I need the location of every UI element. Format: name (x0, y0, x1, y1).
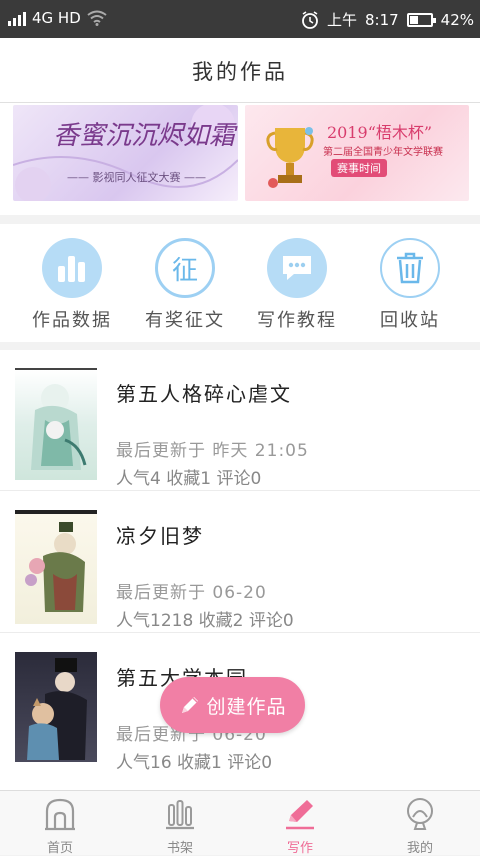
bar-chart-icon (42, 238, 102, 298)
create-work-label: 创建作品 (206, 695, 287, 718)
contest-icon: 征 (155, 238, 215, 298)
page-header: 我的作品 (0, 38, 480, 103)
tab-label: 书架 (166, 841, 193, 856)
page-title: 我的作品 (192, 60, 288, 84)
pencil-icon (182, 697, 199, 713)
tool-label: 写作教程 (257, 310, 337, 331)
banner-subtitle: —— 影视同人征文大赛 —— (67, 171, 206, 184)
trophy-icon (266, 127, 314, 188)
create-work-button[interactable]: 创建作品 (160, 677, 305, 733)
work-title: 凉夕旧梦 (116, 524, 204, 548)
bookshelf-icon (166, 800, 194, 830)
time-prefix: 上午 (326, 11, 357, 29)
tool-contest[interactable]: 征 有奖征文 (135, 238, 235, 332)
banner-carousel: 香蜜沉沉烬如霜 —— 影视同人征文大赛 —— 2019“梧木杯” 第二届全国青少… (0, 103, 480, 215)
tab-label: 我的 (406, 841, 433, 856)
work-stats: 人气4 收藏1 评论0 (116, 469, 262, 489)
profile-icon (407, 798, 433, 830)
tab-profile[interactable]: 我的 (360, 797, 480, 856)
battery-percent: 42% (440, 10, 474, 29)
network-label: 4G HD (32, 9, 81, 27)
tool-label: 作品数据 (32, 310, 112, 331)
work-updated: 最后更新于 06-20 (116, 583, 267, 603)
work-updated: 最后更新于 昨天 21:05 (116, 441, 309, 461)
tools-row: 作品数据 征 有奖征文 写作教程 回收站 (0, 224, 480, 342)
banner-contest-1[interactable]: 香蜜沉沉烬如霜 —— 影视同人征文大赛 —— (13, 105, 238, 201)
tool-recycle-bin[interactable]: 回收站 (360, 238, 460, 332)
list-item[interactable]: 第五人格碎心虐文 最后更新于 昨天 21:05 人气4 收藏1 评论0 (0, 350, 480, 491)
trash-icon (380, 238, 440, 298)
tab-label: 首页 (46, 841, 73, 856)
pen-icon (286, 800, 314, 830)
tab-bookshelf[interactable]: 书架 (120, 797, 240, 856)
home-icon (45, 798, 75, 831)
banner-title: 2019“梧木杯” (327, 123, 433, 142)
tool-label: 有奖征文 (145, 310, 225, 331)
banner-tag: 赛事时间 (331, 159, 387, 177)
chat-bubble-icon (267, 238, 327, 298)
tab-home[interactable]: 首页 (0, 797, 120, 856)
cover-image (15, 510, 97, 624)
tab-write[interactable]: 写作 (240, 797, 360, 856)
tool-label: 回收站 (380, 310, 440, 331)
signal-icon (8, 10, 26, 26)
banner-title: 香蜜沉沉烬如霜 (53, 121, 236, 151)
work-title: 第五人格碎心虐文 (116, 382, 292, 406)
tab-label: 写作 (286, 841, 313, 856)
work-stats: 人气16 收藏1 评论0 (116, 753, 273, 773)
banner-subtitle: 第二届全国青少年文学联赛 (323, 147, 443, 158)
status-bar: 4G HD 上午 8:17 42% (0, 0, 480, 38)
work-stats: 人气1218 收藏2 评论0 (116, 611, 294, 631)
tool-work-data[interactable]: 作品数据 (22, 238, 122, 332)
alarm-icon (302, 10, 318, 29)
bottom-tab-bar: 首页 书架 写作 我的 (0, 790, 480, 856)
cover-image (15, 368, 97, 480)
cover-image (15, 652, 97, 762)
wifi-icon (87, 10, 107, 26)
battery-icon (406, 12, 436, 27)
banner-contest-2[interactable]: 2019“梧木杯” 第二届全国青少年文学联赛 赛事时间 (245, 105, 469, 201)
clock: 8:17 (364, 10, 399, 29)
tool-tutorial[interactable]: 写作教程 (247, 238, 347, 332)
list-item[interactable]: 凉夕旧梦 最后更新于 06-20 人气1218 收藏2 评论0 (0, 492, 480, 633)
